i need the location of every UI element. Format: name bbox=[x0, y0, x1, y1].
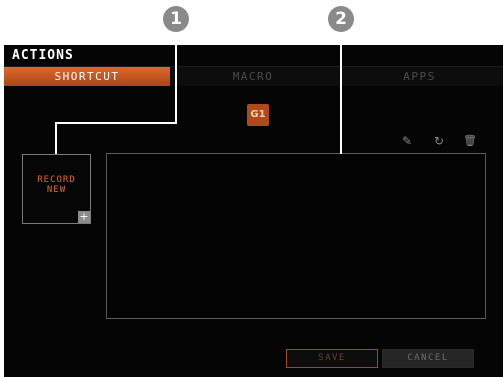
tab-macro[interactable]: MACRO bbox=[170, 66, 336, 86]
callout-1-leader-horizontal bbox=[55, 122, 177, 124]
trash-icon[interactable]: 🗑 bbox=[463, 134, 477, 148]
callout-1-leader-vertical-top bbox=[175, 32, 177, 124]
actions-panel: ACTIONS SHORTCUT MACRO APPS G1 RECORD NE… bbox=[4, 45, 503, 377]
record-new-button[interactable]: RECORD NEW + bbox=[22, 154, 91, 224]
redo-icon[interactable]: ↻ bbox=[432, 134, 446, 148]
callout-2-leader bbox=[340, 32, 342, 154]
pencil-icon[interactable]: ✎ bbox=[400, 134, 414, 148]
panel-title: ACTIONS bbox=[12, 48, 74, 63]
cancel-button[interactable]: CANCEL bbox=[382, 349, 474, 368]
tab-bar: SHORTCUT MACRO APPS bbox=[4, 66, 503, 86]
tab-shortcut[interactable]: SHORTCUT bbox=[4, 66, 170, 86]
record-label-line2: NEW bbox=[46, 185, 67, 195]
callout-1-leader-vertical-bottom bbox=[55, 122, 57, 154]
tab-apps[interactable]: APPS bbox=[336, 66, 503, 86]
save-button[interactable]: SAVE bbox=[286, 349, 378, 368]
macro-editor-area[interactable] bbox=[106, 153, 486, 319]
record-new-label: RECORD NEW bbox=[23, 175, 90, 195]
g-key-badge: G1 bbox=[247, 104, 269, 126]
plus-icon[interactable]: + bbox=[78, 211, 90, 223]
callout-1: 1 bbox=[163, 6, 189, 32]
record-label-line1: RECORD bbox=[37, 175, 76, 185]
callout-2: 2 bbox=[328, 6, 354, 32]
